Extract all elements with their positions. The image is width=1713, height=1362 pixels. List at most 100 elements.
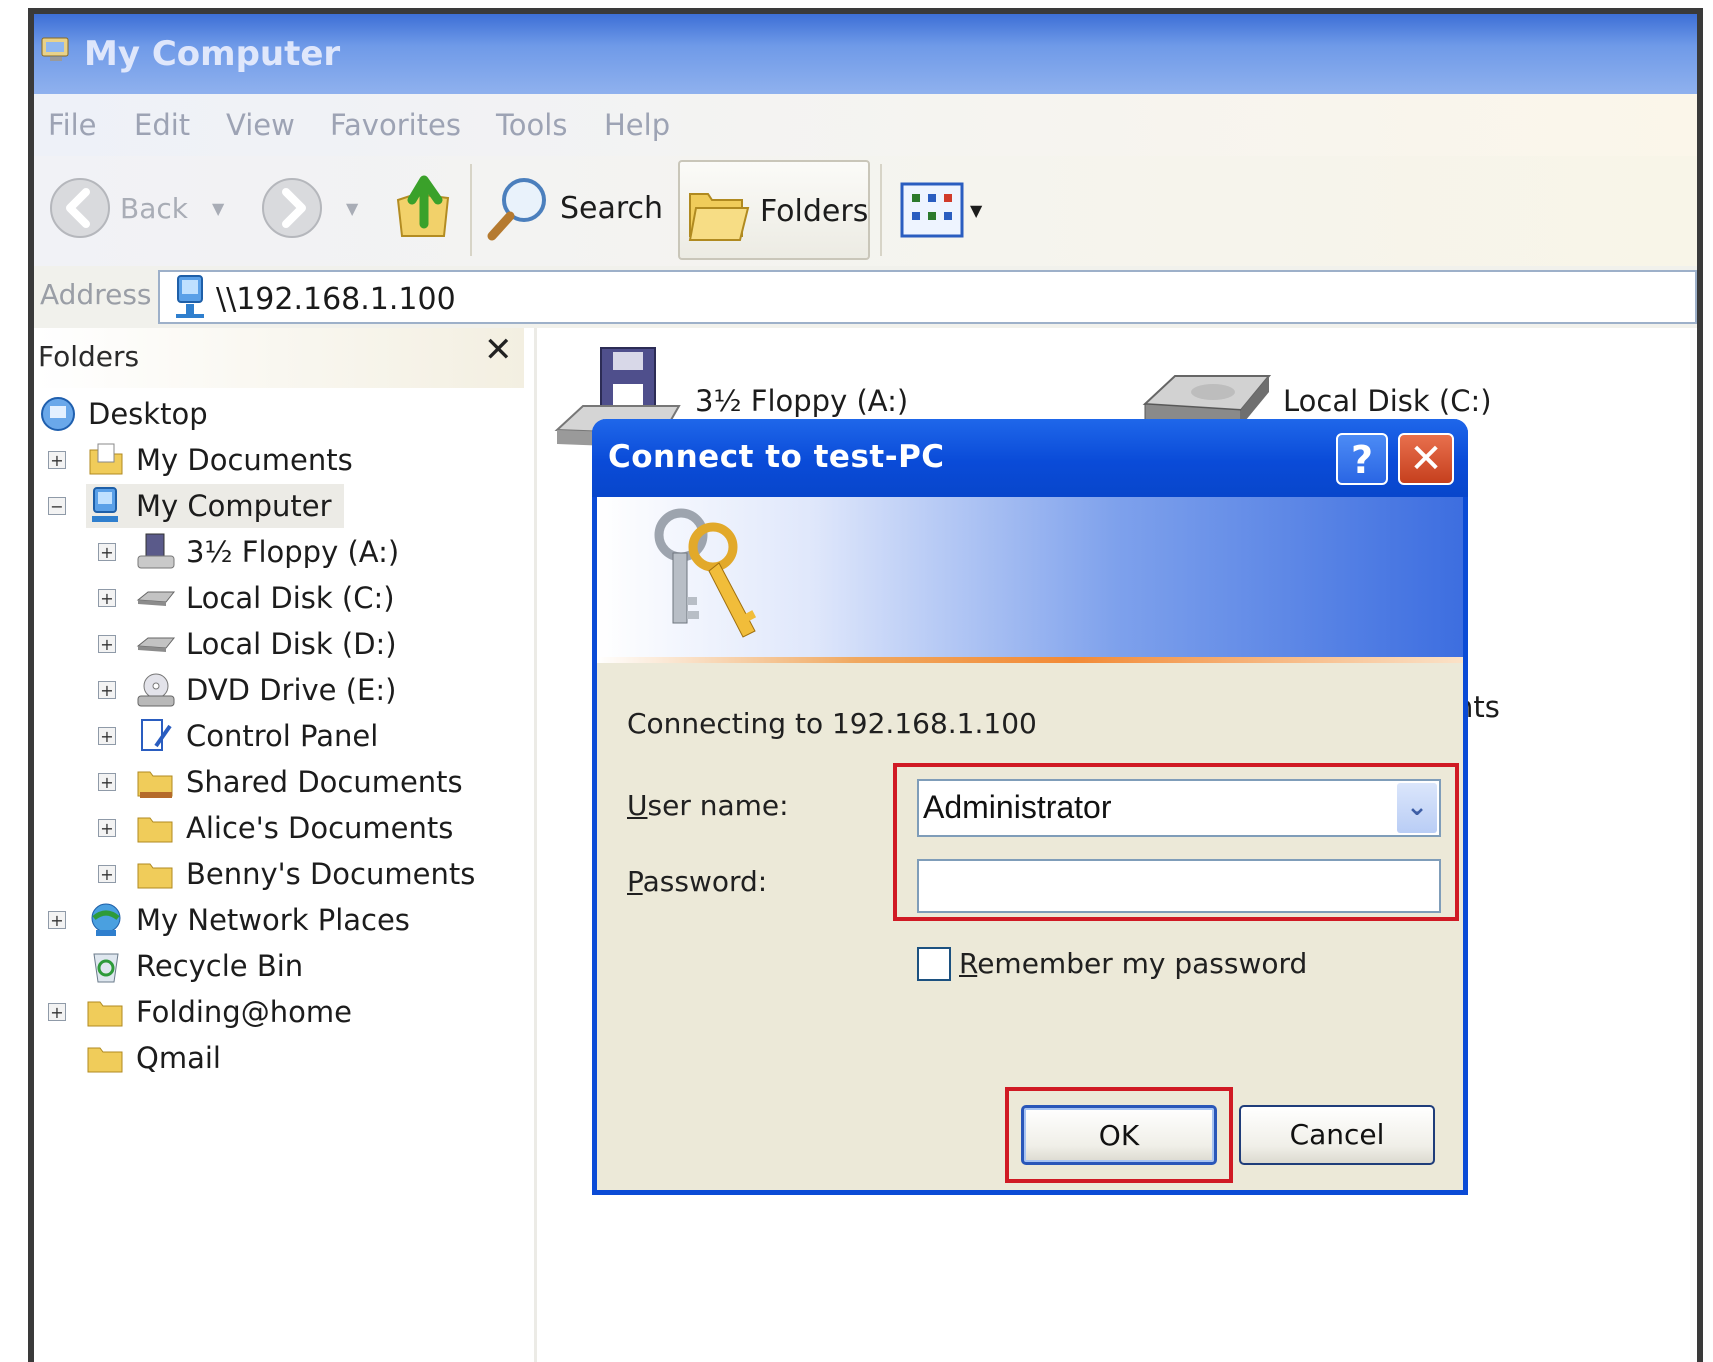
my-computer-icon (92, 487, 118, 522)
tree-item-recycle-bin[interactable]: Recycle Bin (86, 944, 303, 988)
username-label: User name: (627, 789, 789, 822)
control-panel-icon (141, 719, 172, 751)
folders-pane: Folders ✕ Desktop + My Documents − My Co… (34, 328, 537, 1362)
tree-item-qmail[interactable]: Qmail (86, 1036, 221, 1080)
tree-item-local-disk-d[interactable]: Local Disk (D:) (136, 622, 397, 666)
menu-help[interactable]: Help (604, 108, 670, 142)
remember-password-label[interactable]: Remember my password (959, 947, 1307, 980)
forward-dropdown-icon[interactable]: ▼ (346, 199, 358, 218)
menu-file[interactable]: File (48, 108, 97, 142)
dialog-title: Connect to test-PC (608, 439, 945, 475)
drive-label: Local Disk (C:) (1283, 384, 1492, 418)
remember-password-checkbox[interactable] (917, 947, 951, 981)
tree-item-shared-documents[interactable]: Shared Documents (136, 760, 463, 804)
tree-item-label: Control Panel (186, 719, 379, 753)
tree-item-label: Local Disk (C:) (186, 581, 395, 615)
tree-item-my-documents[interactable]: My Documents (86, 438, 353, 482)
search-label: Search (560, 190, 664, 226)
window-title: My Computer (84, 34, 341, 74)
back-button[interactable]: Back ▼ (48, 176, 224, 240)
tree-item-floppy[interactable]: 3½ Floppy (A:) (136, 530, 399, 574)
tree-item-desktop[interactable]: Desktop (38, 392, 208, 436)
folders-button[interactable]: Folders (678, 160, 870, 260)
expand-icon[interactable]: + (98, 865, 116, 883)
expand-icon[interactable]: + (98, 681, 116, 699)
drive-label: 3½ Floppy (A:) (695, 384, 909, 418)
address-input[interactable]: \\192.168.1.100 (158, 270, 1697, 324)
expand-icon[interactable]: + (48, 911, 66, 929)
toolbar-separator (470, 164, 472, 256)
expand-icon[interactable]: + (98, 727, 116, 745)
forward-button[interactable]: ▼ (260, 176, 358, 240)
window-title-bar[interactable]: My Computer (34, 14, 1697, 94)
expand-icon[interactable]: + (48, 451, 66, 469)
dialog-close-button[interactable]: ✕ (1398, 433, 1454, 485)
tree-item-label: Folding@home (136, 995, 352, 1029)
network-places-icon (91, 903, 121, 936)
tree-item-folding-at-home[interactable]: Folding@home (86, 990, 352, 1034)
expand-icon[interactable]: + (48, 1003, 66, 1021)
expand-icon[interactable]: + (98, 819, 116, 837)
tree-item-bennys-documents[interactable]: Benny's Documents (136, 852, 475, 896)
back-dropdown-icon[interactable]: ▼ (212, 199, 224, 218)
tree-item-label: Desktop (88, 397, 208, 431)
menu-view[interactable]: View (226, 108, 295, 142)
cancel-button[interactable]: Cancel (1239, 1105, 1435, 1165)
tree-item-local-disk-c[interactable]: Local Disk (C:) (136, 576, 395, 620)
menu-favorites[interactable]: Favorites (330, 108, 461, 142)
tree-item-label: 3½ Floppy (A:) (186, 535, 400, 569)
expand-icon[interactable]: + (98, 773, 116, 791)
shared-folder-icon (137, 771, 173, 798)
connecting-text: Connecting to 192.168.1.100 (627, 707, 1037, 740)
menu-tools[interactable]: Tools (496, 108, 567, 142)
folders-pane-header: Folders ✕ (34, 328, 524, 388)
dialog-banner (597, 497, 1463, 657)
network-drive-icon (176, 275, 204, 318)
help-button[interactable]: ? (1336, 433, 1388, 485)
dialog-title-bar[interactable]: Connect to test-PC ? ✕ (592, 419, 1468, 497)
forward-arrow-icon (262, 178, 322, 238)
tree-item-label: Qmail (136, 1041, 221, 1075)
folder-icon (87, 1001, 123, 1027)
up-folder-button[interactable] (394, 174, 454, 242)
folder-icon (137, 817, 173, 843)
address-bar: Address \\192.168.1.100 (34, 266, 1697, 330)
tree-item-label: Recycle Bin (136, 949, 304, 983)
toolbar-separator (880, 164, 882, 256)
folders-icon (688, 193, 750, 241)
tree-item-control-panel[interactable]: Control Panel (136, 714, 378, 758)
close-icon[interactable]: ✕ (484, 330, 513, 370)
views-button[interactable]: ▼ (900, 182, 982, 238)
tree-item-label: My Computer (136, 489, 332, 523)
menu-bar: File Edit View Favorites Tools Help (34, 94, 1697, 157)
tree-item-label: Alice's Documents (186, 811, 454, 845)
views-dropdown-icon[interactable]: ▼ (970, 201, 982, 220)
address-label: Address (40, 278, 152, 311)
expand-icon[interactable]: + (98, 635, 116, 653)
my-documents-icon (89, 443, 123, 475)
views-icon (900, 182, 964, 238)
up-folder-icon (396, 175, 450, 237)
folder-icon (87, 1047, 123, 1073)
connect-dialog: Connect to test-PC ? ✕ Connecting to 192… (592, 419, 1468, 1195)
search-button[interactable]: Search (486, 174, 663, 242)
expand-icon[interactable]: + (98, 543, 116, 561)
folder-icon (137, 863, 173, 889)
tree-item-my-computer[interactable]: My Computer (86, 484, 344, 528)
floppy-drive-icon (137, 533, 175, 569)
highlight-ok (1005, 1087, 1233, 1183)
expand-icon[interactable]: + (98, 589, 116, 607)
tree-item-dvd-drive[interactable]: DVD Drive (E:) (136, 668, 396, 712)
my-computer-icon (41, 37, 69, 61)
collapse-icon[interactable]: − (48, 497, 66, 515)
recycle-bin-icon (93, 953, 119, 983)
search-icon (487, 178, 546, 241)
keys-icon (654, 508, 757, 638)
dialog-body: Connecting to 192.168.1.100 User name: A… (597, 663, 1463, 1190)
tree-item-alices-documents[interactable]: Alice's Documents (136, 806, 453, 850)
hard-disk-icon (136, 591, 176, 606)
menu-edit[interactable]: Edit (134, 108, 190, 142)
tree-item-my-network-places[interactable]: My Network Places (86, 898, 410, 942)
folders-label: Folders (760, 194, 869, 229)
hard-disk-icon (136, 637, 176, 652)
